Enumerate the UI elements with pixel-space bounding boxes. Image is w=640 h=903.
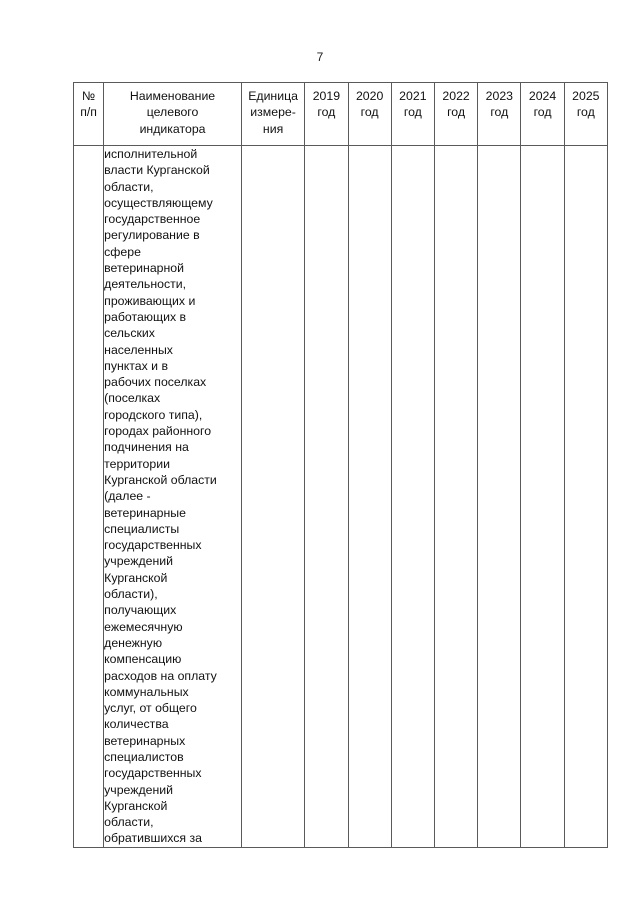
header-label-year-2022: 2022 год [442,89,470,120]
header-label-unit: Единица измере- ния [248,89,298,136]
cell-value-2021 [390,145,435,848]
header-cell-year-2020: 2020 год [347,82,392,146]
header-cell-no: № п/п [72,82,105,146]
indicator-table: № п/п Наименование целевого индикатора Е… [72,82,609,848]
header-cell-year-2021: 2021 год [390,82,435,146]
header-label-year-2019: 2019 год [312,89,341,120]
header-cell-year-2025: 2025 год [563,82,609,146]
header-cell-year-2022: 2022 год [433,82,479,146]
header-label-no: № п/п [80,89,97,120]
header-label-year-2024: 2024 год [528,89,557,120]
header-label-name: Наименование целевого индикатора [129,89,216,136]
header-label-year-2021: 2021 год [399,89,427,120]
cell-no [72,145,105,848]
page-number: 7 [316,50,324,64]
header-cell-unit: Единица измере- ния [240,82,306,146]
cell-indicator-name: исполнительной власти Курганской области… [103,145,242,848]
cell-value-2023 [477,145,522,848]
table-header-row: № п/п Наименование целевого индикатора Е… [72,82,609,146]
header-label-year-2025: 2025 год [572,89,600,120]
header-cell-year-2023: 2023 год [477,82,522,146]
header-cell-year-2019: 2019 год [304,82,349,146]
cell-value-2022 [433,145,479,848]
indicator-description-text: исполнительной власти Курганской области… [104,147,217,846]
table-row: исполнительной власти Курганской области… [72,145,609,848]
cell-value-2020 [347,145,392,848]
header-label-year-2020: 2020 год [355,89,384,120]
header-cell-name: Наименование целевого индикатора [103,82,242,146]
cell-unit [240,145,306,848]
cell-value-2025 [563,145,609,848]
header-cell-year-2024: 2024 год [520,82,565,146]
cell-value-2024 [520,145,565,848]
header-label-year-2023: 2023 год [485,89,513,120]
cell-value-2019 [304,145,349,848]
